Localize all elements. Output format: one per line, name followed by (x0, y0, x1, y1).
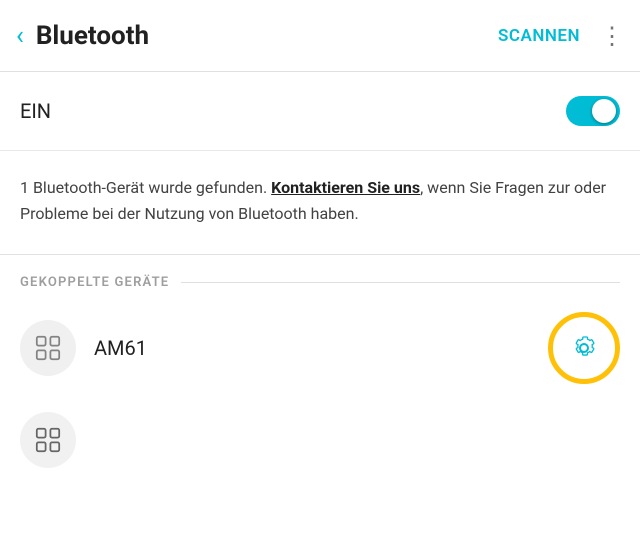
section-divider (181, 282, 620, 283)
back-button[interactable]: ‹ (16, 23, 24, 49)
device-icon-wrap-partial (20, 412, 76, 468)
scan-button[interactable]: SCANNEN (498, 26, 580, 46)
device-icon (32, 332, 64, 364)
bluetooth-toggle[interactable] (566, 96, 620, 126)
header: ‹ Bluetooth SCANNEN ⋮ (0, 0, 640, 72)
gear-highlight (548, 312, 620, 384)
more-options-button[interactable]: ⋮ (600, 24, 624, 48)
contact-link[interactable]: Kontaktieren Sie uns (271, 178, 420, 197)
device-icon-partial (32, 424, 64, 456)
ein-label: EIN (20, 99, 51, 123)
device-icon-wrap (20, 320, 76, 376)
info-section: 1 Bluetooth-Gerät wurde gefunden. Kontak… (0, 151, 640, 255)
gear-circle-highlight (548, 312, 620, 384)
ein-row: EIN (0, 72, 640, 151)
page-title: Bluetooth (36, 21, 498, 51)
device-name: AM61 (94, 336, 548, 360)
info-text-before-link: 1 Bluetooth-Gerät wurde gefunden. (20, 178, 271, 197)
info-text: 1 Bluetooth-Gerät wurde gefunden. Kontak… (20, 178, 606, 223)
device-row-partial (0, 398, 640, 482)
device-row[interactable]: AM61 (0, 298, 640, 398)
paired-devices-label: GEKOPPELTE GERÄTE (20, 275, 169, 290)
paired-devices-section-header: GEKOPPELTE GERÄTE (0, 255, 640, 298)
toggle-thumb (592, 99, 616, 123)
